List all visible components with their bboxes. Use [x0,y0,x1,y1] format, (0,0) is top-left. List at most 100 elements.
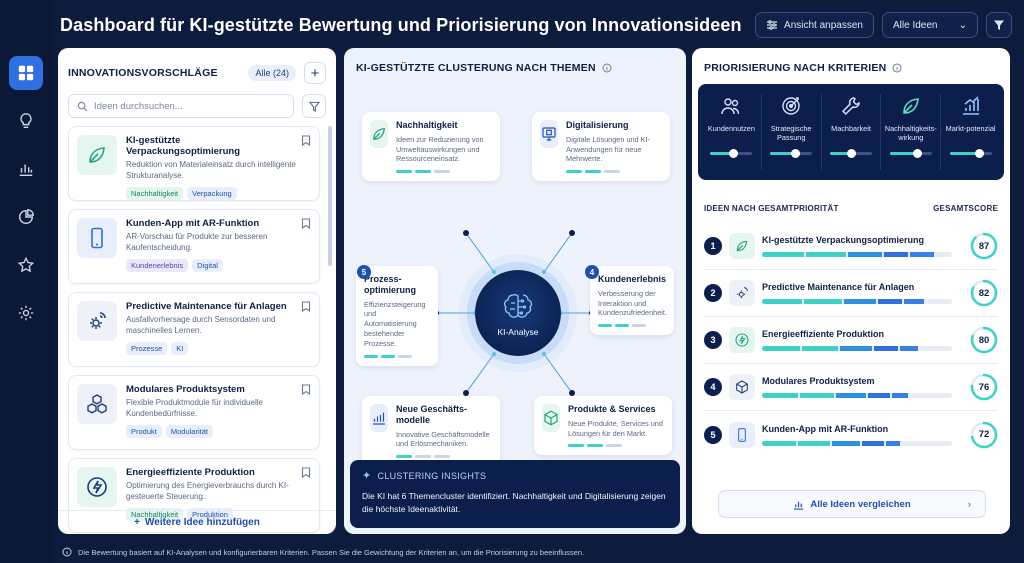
cluster-map: Nachhaltigkeit Ideen zur Reduzierung von… [344,82,686,492]
cluster-desc: Verbesserung der Interaktion und Kundenz… [598,288,667,318]
cluster-activity-bar [598,324,666,328]
info-icon[interactable] [892,63,902,73]
gear-signal-icon [729,280,755,306]
gear-signal-icon [77,301,117,341]
growth-chart-icon [962,96,979,115]
bookmark-icon[interactable] [301,301,311,312]
cluster-activity-bar [566,170,662,174]
pie-chart-icon[interactable] [9,200,43,234]
score-ring: 87 [970,232,998,260]
insights-text: Die KI hat 6 Themencluster identifiziert… [362,491,666,515]
filter-icon [308,101,320,112]
cluster-desc: Innovative Geschäftsmodelle und Erlösmec… [396,429,490,449]
table-row[interactable]: 3 Energieeffiziente Produktion 80 [704,317,998,364]
sidebar [0,0,52,563]
weight-slider[interactable] [770,149,813,158]
rank-number: 1 [704,237,722,255]
chevron-right-icon: › [967,498,971,510]
bookmark-icon[interactable] [301,384,311,395]
score-header-label: GESAMTSCORE [933,204,998,213]
score-breakdown-bar [762,440,952,446]
bar-chart-icon[interactable] [9,152,43,186]
weight-slider[interactable] [829,149,872,158]
score-value: 80 [978,334,990,346]
wrench-icon [841,97,860,116]
ideas-select[interactable]: Alle Ideen ⌄ [882,12,978,38]
criterion-label: Machbarkeit [831,124,871,133]
cluster-activity-bar [396,455,492,459]
score-breakdown-bar [762,346,952,351]
bookmark-icon[interactable] [301,467,311,478]
list-item[interactable]: KI-gestützte Verpackungsoptimierung Redu… [68,126,320,201]
info-icon[interactable] [602,63,612,73]
sliders-icon [767,20,778,30]
rank-number: 2 [704,284,722,302]
bookmark-icon[interactable] [301,135,311,146]
filter-button[interactable] [986,12,1012,38]
cluster-title: Neue Geschäfts-modelle [396,404,468,425]
compare-all-button[interactable]: Alle Ideen vergleichen › [718,490,986,518]
cluster-card-nachhaltigkeit[interactable]: Nachhaltigkeit Ideen zur Reduzierung von… [362,112,500,182]
rank-header: IDEEN NACH GESAMTPRIORITÄT GESAMTSCORE [704,204,998,213]
cluster-number-badge: 4 [585,265,599,279]
lightbulb-icon[interactable] [9,104,43,138]
all-count-badge[interactable]: Alle (24) [248,65,296,81]
cluster-title: Nachhaltigkeit [396,120,458,130]
table-row[interactable]: 1 KI-gestützte Verpackungsoptimierung 87 [704,223,998,270]
weight-slider[interactable] [949,149,992,158]
cluster-number-badge: 5 [357,265,371,279]
rank-title: Modulares Produktsystem [762,376,875,386]
bookmark-icon[interactable] [301,218,311,229]
bar-chart-icon [794,501,804,510]
page-title: Dashboard für KI-gestützte Bewertung und… [60,14,742,35]
criterion-marktpotenzial: Markt-potenzial [941,94,1000,170]
weight-slider[interactable] [889,149,932,158]
lightning-icon [77,467,117,507]
ai-analysis-hub[interactable]: KI-Analyse [475,270,561,356]
idea-desc: Flexible Produktmodule für individuelle … [126,398,263,418]
weight-slider[interactable] [710,149,753,158]
rank-title: Energieeffiziente Produktion [762,329,885,339]
growth-chart-icon [370,404,388,432]
criterion-kundennutzen: Kundennutzen [702,94,762,170]
star-icon[interactable] [9,248,43,282]
gear-icon[interactable] [9,296,43,330]
add-more-idea-button[interactable]: + Weitere Idee hinzufügen [58,510,336,534]
cubes-icon [77,384,117,424]
dashboard-icon[interactable] [9,56,43,90]
cluster-card-kundenerlebnis[interactable]: Kundenerlebnis Verbesserung der Interakt… [590,266,674,336]
idea-title: KI-gestützte Verpackungsoptimierung [126,135,241,157]
list-filter-button[interactable] [302,94,326,118]
tag: Modularität [165,425,213,438]
tag: Verpackung [187,187,237,200]
add-idea-button[interactable]: + [304,62,326,84]
target-icon [782,97,800,115]
list-item[interactable]: Modulares Produktsystem Flexible Produkt… [68,375,320,450]
search-input[interactable]: Ideen durchsuchen... [68,94,294,118]
customize-view-button[interactable]: Ansicht anpassen [755,12,874,38]
rank-header-label: IDEEN NACH GESAMTPRIORITÄT [704,204,839,213]
cluster-card-produkte-services[interactable]: Produkte & Services Neue Produkte, Servi… [534,396,672,456]
header: Dashboard für KI-gestützte Bewertung und… [60,8,1012,42]
cluster-card-digitalisierung[interactable]: Digitalisierung Digitale Lösungen und KI… [532,112,670,182]
scrollbar[interactable] [328,126,332,266]
cluster-desc: Effizienzsteigerung und Automatisierung … [364,299,426,348]
table-row[interactable]: 4 Modulares Produktsystem 76 [704,364,998,411]
idea-title: Energieeffiziente Produktion [126,467,255,478]
hub-label: KI-Analyse [497,327,539,337]
score-value: 87 [978,240,990,252]
cluster-card-geschaeftsmodelle[interactable]: Neue Geschäfts-modelle Innovative Geschä… [362,396,500,467]
cluster-activity-bar [396,170,492,174]
table-row[interactable]: 2 Predictive Maintenance für Anlagen 82 [704,270,998,317]
list-item[interactable]: Kunden-App mit AR-Funktion AR-Vorschau f… [68,209,320,284]
tag: Nachhaltigkeit [126,187,184,200]
score-breakdown-bar [762,393,952,398]
cluster-desc: Digitale Lösungen und KI-Anwendungen für… [566,134,650,164]
cluster-card-prozessoptimierung[interactable]: Prozess-optimierung Effizienzsteigerung … [356,266,438,366]
customize-view-label: Ansicht anpassen [784,19,863,31]
cluster-desc: Neue Produkte, Services und Lösungen für… [568,418,663,438]
compare-label: Alle Ideen vergleichen [810,498,911,510]
table-row[interactable]: 5 Kunden-App mit AR-Funktion 72 [704,411,998,458]
idea-desc: AR-Vorschau für Produkte zur besseren Ka… [126,232,268,252]
list-item[interactable]: Predictive Maintenance für Anlagen Ausfa… [68,292,320,367]
